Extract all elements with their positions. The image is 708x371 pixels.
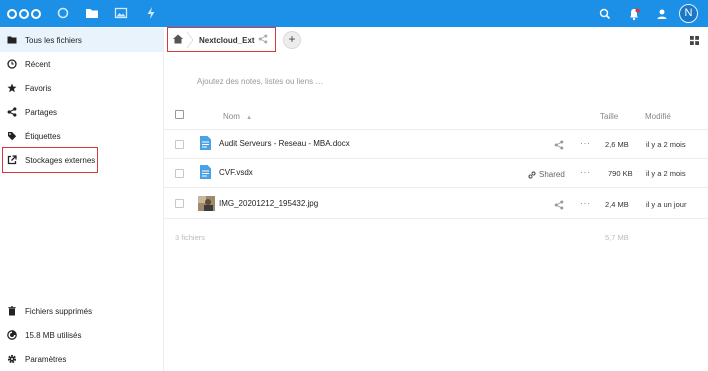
- divider: [164, 158, 708, 159]
- nextcloud-logo[interactable]: [7, 7, 43, 21]
- row-checkbox[interactable]: [175, 199, 184, 208]
- divider: [164, 129, 708, 130]
- gear-icon: [7, 354, 17, 364]
- photos-icon[interactable]: [114, 6, 128, 20]
- document-icon: [200, 165, 211, 179]
- column-header-name[interactable]: Nom ▲: [223, 112, 252, 121]
- star-icon: [7, 83, 17, 93]
- sidebar-item-settings[interactable]: Paramètres: [0, 347, 163, 371]
- sidebar-item-tags[interactable]: Étiquettes: [0, 124, 163, 148]
- quota-pie-icon: [7, 330, 17, 340]
- file-name[interactable]: IMG_20201212_195432.jpg: [219, 199, 318, 208]
- sidebar-item-label: Tous les fichiers: [25, 35, 82, 45]
- file-modified: il y a 2 mois: [646, 169, 686, 178]
- clock-icon: [7, 59, 17, 69]
- sidebar-item-recent[interactable]: Récent: [0, 52, 163, 76]
- shared-label[interactable]: Shared: [539, 170, 565, 179]
- tag-icon: [7, 131, 17, 141]
- more-actions-icon[interactable]: ···: [580, 198, 591, 208]
- sidebar-item-label: 15.8 MB utilisés: [25, 330, 82, 340]
- share-icon[interactable]: [554, 140, 564, 150]
- file-size: 790 KB: [608, 169, 633, 178]
- file-size: 2,4 MB: [605, 200, 629, 209]
- divider: [164, 218, 708, 219]
- divider: [164, 187, 708, 188]
- grid-view-icon[interactable]: [690, 36, 699, 45]
- summary-total-size: 5,7 MB: [605, 233, 629, 242]
- files-icon[interactable]: [85, 6, 99, 20]
- column-header-size[interactable]: Taille: [600, 112, 618, 121]
- sidebar-item-label: Étiquettes: [25, 131, 61, 141]
- select-all-checkbox[interactable]: [175, 110, 184, 119]
- new-file-button[interactable]: +: [283, 31, 301, 49]
- sidebar-item-label: Favoris: [25, 83, 52, 93]
- more-actions-icon[interactable]: ···: [580, 167, 591, 177]
- contacts-icon[interactable]: [655, 7, 669, 21]
- sidebar-item-shares[interactable]: Partages: [0, 100, 163, 124]
- sidebar-item-label: Paramètres: [25, 354, 67, 364]
- highlight-external-storage: [2, 147, 98, 173]
- file-modified: il y a 2 mois: [646, 140, 686, 149]
- sidebar-item-label: Récent: [25, 59, 51, 69]
- activity-icon[interactable]: [144, 6, 158, 20]
- image-thumbnail: [198, 196, 215, 211]
- link-icon: [528, 171, 536, 179]
- top-header: N: [0, 0, 708, 27]
- sidebar-item-label: Partages: [25, 107, 58, 117]
- row-checkbox[interactable]: [175, 140, 184, 149]
- share-icon: [7, 107, 17, 117]
- file-modified: il y a un jour: [646, 200, 687, 209]
- sidebar-item-quota: 15.8 MB utilisés: [0, 323, 163, 347]
- highlight-breadcrumb: [167, 27, 276, 52]
- more-actions-icon[interactable]: ···: [580, 138, 591, 148]
- sidebar-item-label: Fichiers supprimés: [25, 306, 93, 316]
- sidebar-item-deleted-files[interactable]: Fichiers supprimés: [0, 299, 163, 323]
- folder-icon: [7, 35, 17, 45]
- row-checkbox[interactable]: [175, 169, 184, 178]
- sidebar-item-favorites[interactable]: Favoris: [0, 76, 163, 100]
- file-name[interactable]: Audit Serveurs - Reseau - MBA.docx: [219, 139, 350, 148]
- document-icon: [200, 136, 211, 150]
- dashboard-icon[interactable]: [56, 6, 70, 20]
- trash-icon: [7, 306, 17, 316]
- file-size: 2,6 MB: [605, 140, 629, 149]
- rich-workspace-placeholder[interactable]: Ajoutez des notes, listes ou liens …: [197, 77, 323, 86]
- summary-file-count: 3 fichiers: [175, 233, 206, 242]
- search-icon[interactable]: [598, 7, 612, 21]
- notifications-icon[interactable]: [627, 7, 641, 21]
- sort-arrow-icon: ▲: [246, 115, 253, 121]
- share-icon[interactable]: [554, 200, 564, 210]
- file-name[interactable]: CVF.vsdx: [219, 168, 253, 177]
- sidebar-item-all-files[interactable]: Tous les fichiers: [0, 28, 163, 52]
- column-header-modified[interactable]: Modifié: [645, 112, 671, 121]
- avatar[interactable]: N: [679, 4, 698, 23]
